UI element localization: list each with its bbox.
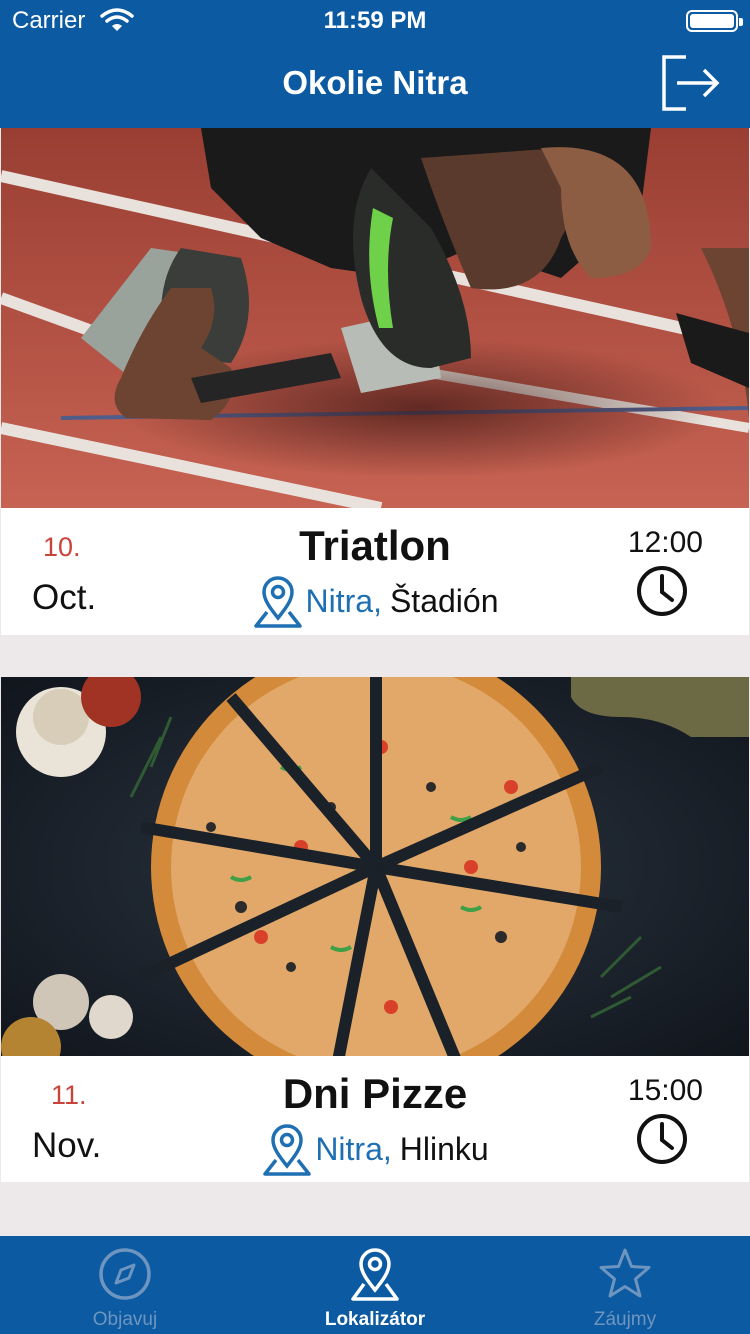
tab-bar: Objavuj Lokalizátor Záujmy bbox=[0, 1236, 750, 1334]
compass-icon bbox=[99, 1248, 151, 1300]
logout-icon[interactable] bbox=[660, 54, 722, 112]
location-pin-icon bbox=[351, 1248, 399, 1301]
event-card[interactable]: 11. Nov. Dni Pizze Nitra, Hlinku 15:00 bbox=[1, 677, 749, 1182]
tab-lokalizator[interactable]: Lokalizátor bbox=[250, 1236, 500, 1334]
event-place: Hlinku bbox=[399, 1130, 489, 1167]
event-location: Nitra, Štadión bbox=[151, 574, 599, 628]
navigation-bar: Okolie Nitra bbox=[0, 40, 750, 128]
event-details: 10. Oct. Triatlon Nitra, Štadión 12:00 bbox=[1, 508, 749, 634]
event-title: Dni Pizze bbox=[282, 1070, 468, 1117]
battery-icon bbox=[686, 10, 743, 32]
tab-label: Lokalizátor bbox=[324, 1309, 426, 1330]
event-month: Oct. bbox=[32, 578, 97, 617]
star-icon bbox=[599, 1248, 651, 1298]
tab-label: Záujmy bbox=[593, 1309, 657, 1330]
event-day: 10. bbox=[43, 532, 81, 562]
sliced-pizza-photo bbox=[1, 677, 749, 1056]
status-bar: Carrier 11:59 PM bbox=[0, 0, 750, 40]
clock-icon bbox=[637, 566, 687, 616]
event-card[interactable]: 10. Oct. Triatlon Nitra, Štadión 12:00 bbox=[1, 128, 749, 635]
tab-objavuj[interactable]: Objavuj bbox=[0, 1236, 250, 1334]
event-location: Nitra, Hlinku bbox=[151, 1122, 599, 1176]
event-city: Nitra, bbox=[305, 582, 382, 619]
event-place: Štadión bbox=[389, 582, 499, 619]
event-title: Triatlon bbox=[299, 522, 451, 569]
tab-label: Objavuj bbox=[92, 1309, 158, 1330]
event-time: 12:00 bbox=[627, 526, 703, 559]
location-pin-icon bbox=[263, 1124, 312, 1176]
event-feed[interactable]: 10. Oct. Triatlon Nitra, Štadión 12:00 1… bbox=[0, 128, 750, 1236]
event-day: 11. bbox=[51, 1080, 87, 1110]
event-details: 11. Nov. Dni Pizze Nitra, Hlinku 15:00 bbox=[1, 1056, 749, 1182]
clock-time: 11:59 PM bbox=[323, 7, 427, 34]
clock-icon bbox=[637, 1114, 687, 1164]
location-pin-icon bbox=[253, 576, 302, 628]
event-month: Nov. bbox=[32, 1126, 102, 1165]
event-time: 15:00 bbox=[627, 1074, 703, 1107]
event-city: Nitra, bbox=[315, 1130, 392, 1167]
page-title: Okolie Nitra bbox=[282, 64, 468, 101]
tab-zaujmy[interactable]: Záujmy bbox=[500, 1236, 750, 1334]
running-track-athlete-photo bbox=[1, 128, 749, 508]
